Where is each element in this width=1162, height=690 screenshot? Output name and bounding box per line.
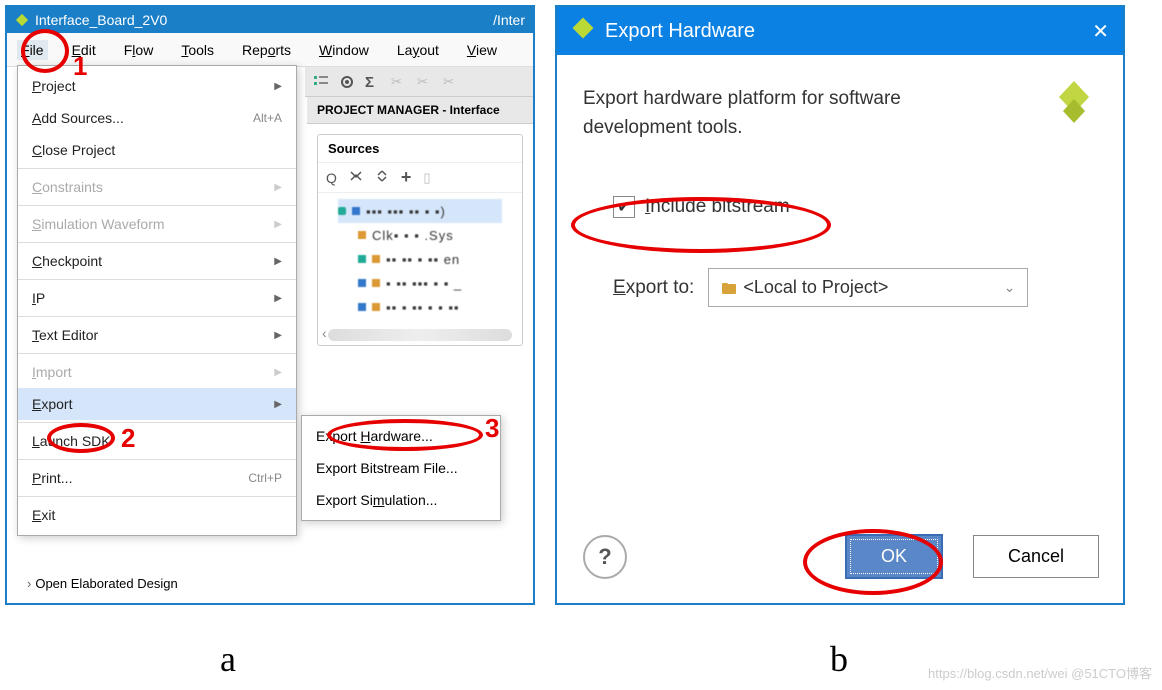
export-to-row: Export to: <Local to Project> ⌄ <box>613 268 1097 307</box>
export-to-select[interactable]: <Local to Project> ⌄ <box>708 268 1028 307</box>
dialog-button-row: OK Cancel <box>845 534 1099 579</box>
menu-tools[interactable]: Tools <box>177 40 218 60</box>
dialog-title: Export Hardware <box>605 20 755 43</box>
export-submenu-item[interactable]: Export Simulation... <box>302 484 500 516</box>
menu-view[interactable]: View <box>463 40 501 60</box>
app-icon <box>571 16 595 46</box>
doc-icon[interactable]: ▯ <box>423 170 430 186</box>
include-bitstream-checkbox[interactable]: ✔ <box>613 196 635 218</box>
checklist-icon[interactable] <box>313 74 329 90</box>
cut-icon[interactable]: ✂ <box>391 74 407 90</box>
file-menu-item[interactable]: Exit <box>18 499 296 531</box>
vivado-main-window: Interface_Board_2V0 /Inter File Edit Flo… <box>5 5 535 605</box>
menu-file[interactable]: File <box>17 40 48 60</box>
help-button[interactable]: ? <box>583 535 627 579</box>
file-menu-item[interactable]: Launch SDK <box>18 425 296 457</box>
file-menu-item[interactable]: Project▶ <box>18 70 296 102</box>
app-icon <box>15 13 29 27</box>
file-menu-item[interactable]: Print...Ctrl+P <box>18 462 296 494</box>
file-menu-item: Constraints▶ <box>18 171 296 203</box>
add-icon[interactable]: + <box>401 167 412 188</box>
export-to-label: Export to: <box>613 277 694 299</box>
file-menu-item[interactable]: Add Sources...Alt+A <box>18 102 296 134</box>
export-submenu-item[interactable]: Export Hardware... <box>302 420 500 452</box>
title-bar: Interface_Board_2V0 /Inter <box>7 7 533 33</box>
file-menu-item[interactable]: Export▶ <box>18 388 296 420</box>
source-tree[interactable]: ▪▪▪ ▪▪▪ ▪▪ ▪ ▪) Clk▪ ▪ ▪ .Sys ▪▪ ▪▪ ▪ ▪▪… <box>318 193 522 325</box>
export-submenu: Export Hardware...Export Bitstream File.… <box>301 415 501 521</box>
collapse-icon[interactable] <box>349 169 363 186</box>
file-menu-item[interactable]: Close Project <box>18 134 296 166</box>
file-menu-item[interactable]: Checkpoint▶ <box>18 245 296 277</box>
chevron-down-icon: ⌄ <box>1004 279 1016 296</box>
export-submenu-item[interactable]: Export Bitstream File... <box>302 452 500 484</box>
menu-layout[interactable]: Layout <box>393 40 443 60</box>
content-area: PROJECT MANAGER - Interface Sources Q + … <box>307 97 533 603</box>
cut3-icon[interactable]: ✂ <box>443 74 459 90</box>
file-menu-item[interactable]: IP▶ <box>18 282 296 314</box>
path-suffix: /Inter <box>493 12 525 28</box>
sources-toolbar: Q + ▯ <box>318 162 522 193</box>
folder-icon <box>721 280 737 296</box>
search-icon[interactable]: Q <box>326 170 337 186</box>
sources-panel: Sources Q + ▯ ▪▪▪ ▪▪▪ ▪▪ ▪ ▪) Clk▪ ▪ ▪ .… <box>317 134 523 346</box>
toolbar: Σ ✂ ✂ ✂ <box>305 67 533 97</box>
panel-label-a: a <box>220 638 236 680</box>
include-bitstream-row[interactable]: ✔ Include bitstream <box>613 196 1097 218</box>
cut2-icon[interactable]: ✂ <box>417 74 433 90</box>
menu-flow[interactable]: Flow <box>120 40 158 60</box>
expand-icon[interactable] <box>375 169 389 186</box>
dialog-body: Export hardware platform for software de… <box>557 55 1123 603</box>
ok-button[interactable]: OK <box>845 534 943 579</box>
sources-title: Sources <box>318 135 522 162</box>
include-bitstream-label: Include bitstream <box>645 196 790 218</box>
menu-bar: File Edit Flow Tools Reports Window Layo… <box>7 33 533 67</box>
close-icon[interactable]: ✕ <box>1092 19 1109 44</box>
file-menu-item: Simulation Waveform▶ <box>18 208 296 240</box>
elaborated-design-item[interactable]: ›Open Elaborated Design <box>27 576 178 591</box>
file-menu-item: Import▶ <box>18 356 296 388</box>
file-menu-item[interactable]: Text Editor▶ <box>18 319 296 351</box>
cancel-button[interactable]: Cancel <box>973 535 1099 578</box>
dialog-description: Export hardware platform for software de… <box>583 85 983 142</box>
project-manager-header: PROJECT MANAGER - Interface <box>307 97 533 124</box>
horizontal-scrollbar[interactable] <box>328 329 512 341</box>
watermark: https://blog.csdn.net/wei @51CTO博客 <box>928 663 1152 682</box>
menu-reports[interactable]: Reports <box>238 40 295 60</box>
sigma-icon[interactable]: Σ <box>365 74 381 90</box>
menu-edit[interactable]: Edit <box>68 40 100 60</box>
menu-window[interactable]: Window <box>315 40 373 60</box>
dialog-title-bar: Export Hardware ✕ <box>557 7 1123 55</box>
file-dropdown-menu: Project▶Add Sources...Alt+AClose Project… <box>17 65 297 536</box>
panel-label-b: b <box>830 638 848 680</box>
xilinx-icon <box>1049 79 1099 129</box>
gear-icon[interactable] <box>339 74 355 90</box>
export-hardware-dialog: Export Hardware ✕ Export hardware platfo… <box>555 5 1125 605</box>
project-name: Interface_Board_2V0 <box>35 12 167 28</box>
